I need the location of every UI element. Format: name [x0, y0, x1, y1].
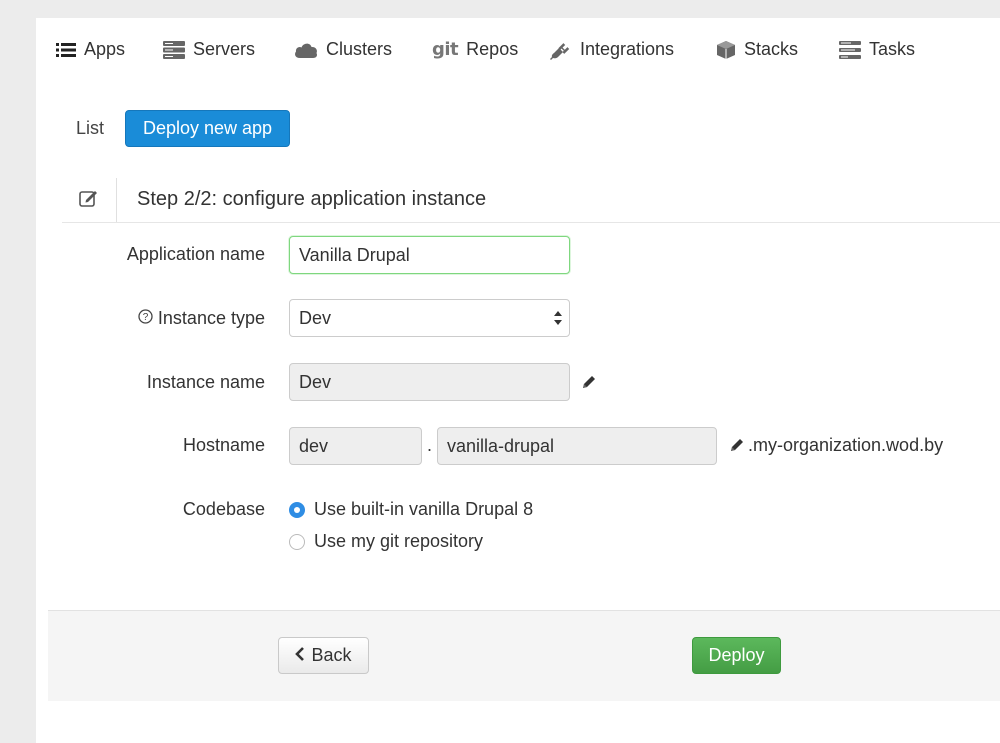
hostname-dot: .: [427, 435, 433, 455]
step-title: Step 2/2: configure application instance: [137, 188, 487, 210]
tab-apps[interactable]: Apps: [36, 18, 145, 81]
instance-type-label-row: ? Instance type: [35, 308, 265, 329]
divider: [62, 222, 1000, 223]
back-label: Back: [311, 645, 352, 665]
radio-button[interactable]: [289, 533, 305, 550]
edit-icon: [79, 189, 99, 212]
deploy-button[interactable]: Deploy: [692, 637, 781, 674]
select-arrows-icon: [553, 309, 563, 332]
help-icon[interactable]: ?: [138, 308, 153, 329]
application-name-value: Vanilla Drupal: [299, 244, 410, 265]
hostname-prefix-value: dev: [299, 435, 329, 456]
radio-label: Use my git repository: [314, 531, 484, 551]
application-name-input[interactable]: Vanilla Drupal: [289, 236, 570, 274]
tab-label: Stacks: [744, 39, 799, 59]
tab-label: Apps: [83, 39, 126, 59]
hostname-suffix: .my-organization.wod.by: [748, 435, 944, 455]
svg-text:?: ?: [143, 312, 149, 323]
tab-label: Clusters: [326, 39, 393, 59]
instance-type-label: Instance type: [157, 308, 265, 328]
pencil-icon[interactable]: [729, 437, 745, 458]
cube-icon: [716, 40, 736, 60]
tab-clusters[interactable]: Clusters: [294, 18, 392, 81]
step-icon-cell: [62, 178, 117, 222]
hostname-value: vanilla-drupal: [447, 435, 555, 456]
back-button[interactable]: Back: [278, 637, 369, 674]
radio-label: Use built-in vanilla Drupal 8: [314, 499, 534, 519]
tab-label: Servers: [193, 39, 256, 59]
radio-button[interactable]: [289, 501, 305, 518]
tab-label: Repos: [466, 39, 519, 59]
codebase-option-git[interactable]: Use my git repository: [289, 531, 483, 552]
instance-name-input[interactable]: Dev: [289, 363, 570, 401]
hostname-input[interactable]: vanilla-drupal: [437, 427, 717, 465]
pencil-icon[interactable]: [581, 374, 597, 395]
instance-name-value: Dev: [299, 371, 332, 392]
tab-repos[interactable]: git Repos: [432, 18, 518, 81]
deploy-new-app-button[interactable]: Deploy new app: [125, 110, 290, 147]
tab-stacks[interactable]: Stacks: [716, 18, 798, 81]
form-footer: [48, 610, 1000, 701]
hostname-prefix-input[interactable]: dev: [289, 427, 422, 465]
hostname-label: Hostname: [182, 435, 265, 455]
tab-label: Integrations: [580, 39, 675, 59]
list-link[interactable]: List: [76, 118, 104, 139]
codebase-label: Codebase: [182, 499, 265, 519]
cloud-icon: [294, 42, 318, 58]
tab-servers[interactable]: Servers: [163, 18, 255, 81]
instance-type-value: Dev: [299, 307, 332, 328]
application-name-label: Application name: [126, 244, 265, 264]
tab-tasks[interactable]: Tasks: [839, 18, 915, 81]
tab-integrations[interactable]: Integrations: [550, 18, 674, 81]
instance-type-select[interactable]: Dev: [289, 299, 570, 337]
instance-name-label: Instance name: [146, 372, 265, 392]
plug-icon: [550, 39, 572, 61]
tasks-icon: [839, 40, 861, 59]
servers-icon: [163, 40, 185, 59]
codebase-option-builtin[interactable]: Use built-in vanilla Drupal 8: [289, 499, 533, 520]
git-icon: git: [432, 39, 459, 60]
tab-label: Tasks: [869, 39, 916, 59]
list-icon: [55, 42, 76, 58]
chevron-left-icon: [295, 645, 305, 666]
